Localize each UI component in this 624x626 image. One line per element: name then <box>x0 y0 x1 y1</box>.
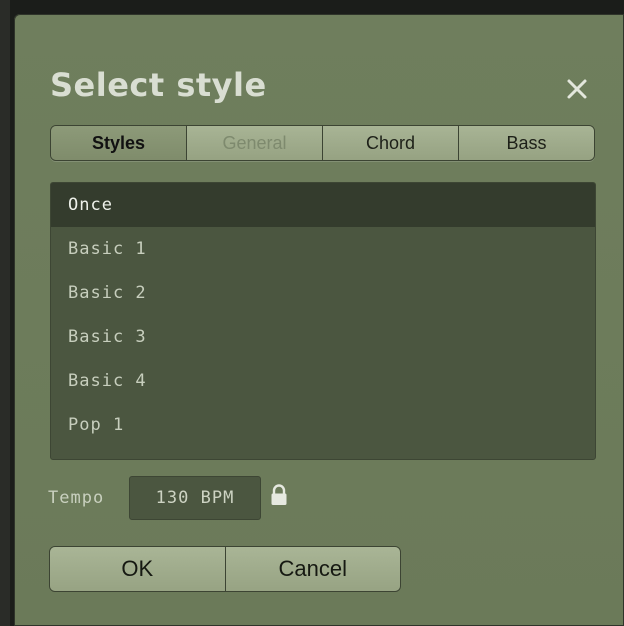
dialog-title: Select style <box>50 66 267 104</box>
list-item-basic-2[interactable]: Basic 2 <box>51 271 595 315</box>
styles-list[interactable]: Once Basic 1 Basic 2 Basic 3 Basic 4 Pop… <box>50 182 596 460</box>
list-item-once[interactable]: Once <box>51 183 595 227</box>
select-style-dialog: Select style Styles General Chord Bass O… <box>14 14 624 626</box>
dialog-actions: OK Cancel <box>49 546 401 592</box>
list-item-basic-1[interactable]: Basic 1 <box>51 227 595 271</box>
tempo-label: Tempo <box>48 488 105 508</box>
tempo-input[interactable]: 130 BPM <box>129 476 261 520</box>
tab-bass[interactable]: Bass <box>459 126 594 160</box>
tab-styles[interactable]: Styles <box>51 126 187 160</box>
list-item-pop-1[interactable]: Pop 1 <box>51 403 595 447</box>
list-item-basic-3[interactable]: Basic 3 <box>51 315 595 359</box>
tab-bar: Styles General Chord Bass <box>50 125 595 161</box>
cancel-button[interactable]: Cancel <box>225 547 400 591</box>
ok-button[interactable]: OK <box>50 547 226 591</box>
close-icon[interactable] <box>564 76 590 102</box>
lock-icon[interactable] <box>270 484 288 506</box>
background-window-edge <box>0 0 10 626</box>
tab-general[interactable]: General <box>187 126 323 160</box>
tab-chord[interactable]: Chord <box>323 126 459 160</box>
list-item-basic-4[interactable]: Basic 4 <box>51 359 595 403</box>
